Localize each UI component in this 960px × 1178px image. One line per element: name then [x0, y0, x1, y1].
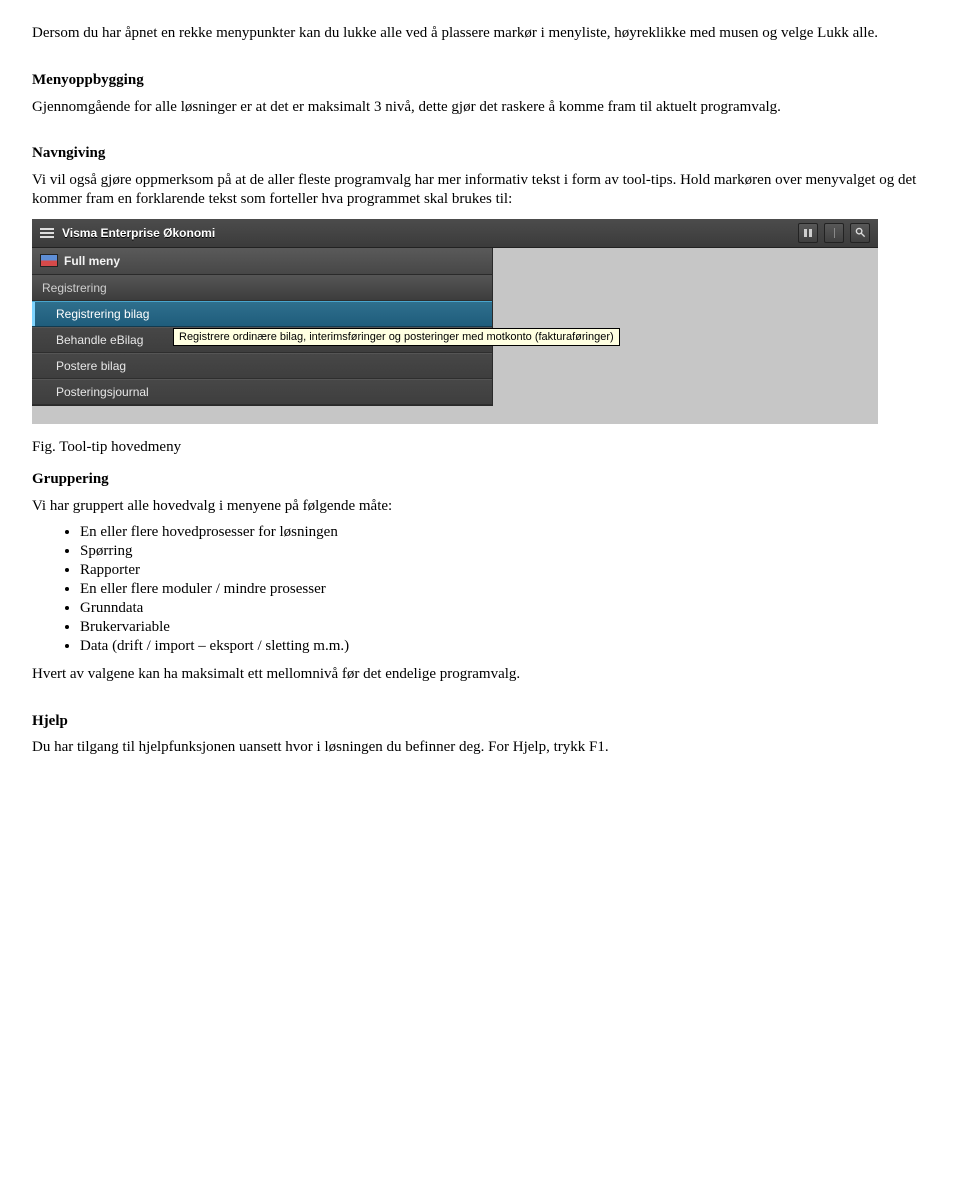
- paragraph: Vi vil også gjøre oppmerksom på at de al…: [32, 171, 928, 209]
- tooltip: Registrere ordinære bilag, interimsførin…: [173, 328, 620, 346]
- heading-hjelp: Hjelp: [32, 712, 928, 731]
- paragraph: Hvert av valgene kan ha maksimalt ett me…: [32, 665, 928, 684]
- list-item: Spørring: [80, 543, 928, 560]
- list-item: Brukervariable: [80, 619, 928, 636]
- menu-item-behandle-ebilag[interactable]: Behandle eBilag Registrere ordinære bila…: [32, 327, 492, 353]
- paragraph: Gjennomgående for alle løsninger er at d…: [32, 98, 928, 117]
- list-item: En eller flere hovedprosesser for løsnin…: [80, 524, 928, 541]
- flag-icon: [40, 254, 58, 267]
- figure-caption: Fig. Tool-tip hovedmeny: [32, 438, 928, 457]
- search-icon[interactable]: [850, 223, 870, 243]
- heading-navngiving: Navngiving: [32, 144, 928, 163]
- hamburger-icon[interactable]: [40, 226, 54, 240]
- menu-item-label: Posteringsjournal: [56, 385, 149, 399]
- heading-gruppering: Gruppering: [32, 470, 928, 489]
- menu-item-label: Registrering: [42, 281, 107, 295]
- list-item: Grunndata: [80, 600, 928, 617]
- heading-menyoppbygging: Menyoppbygging: [32, 71, 928, 90]
- menu-panel: Full meny Registrering Registrering bila…: [32, 248, 493, 406]
- menu-item-registrering-bilag[interactable]: Registrering bilag: [32, 301, 492, 327]
- titlebar-divider-icon[interactable]: [824, 223, 844, 243]
- menu-item-postere-bilag[interactable]: Postere bilag: [32, 353, 492, 379]
- app-titlebar: Visma Enterprise Økonomi: [32, 219, 878, 248]
- paragraph: Dersom du har åpnet en rekke menypunkter…: [32, 24, 928, 43]
- menu-item-label: Behandle eBilag: [56, 333, 143, 347]
- menu-item-label: Registrering bilag: [56, 307, 149, 321]
- menu-item-registrering[interactable]: Registrering: [32, 275, 492, 301]
- list-item: En eller flere moduler / mindre prosesse…: [80, 581, 928, 598]
- app-window: Visma Enterprise Økonomi Full meny Regis…: [32, 219, 878, 424]
- menu-item-label: Postere bilag: [56, 359, 126, 373]
- menu-item-posteringsjournal[interactable]: Posteringsjournal: [32, 379, 492, 405]
- app-title: Visma Enterprise Økonomi: [62, 226, 798, 240]
- menu-full-meny[interactable]: Full meny: [32, 248, 492, 275]
- list-item: Data (drift / import – eksport / slettin…: [80, 638, 928, 655]
- menu-full-meny-label: Full meny: [64, 254, 120, 268]
- paragraph: Vi har gruppert alle hovedvalg i menyene…: [32, 497, 928, 516]
- paragraph: Du har tilgang til hjelpfunksjonen uanse…: [32, 738, 928, 757]
- titlebar-columns-icon[interactable]: [798, 223, 818, 243]
- list-item: Rapporter: [80, 562, 928, 579]
- bullet-list: En eller flere hovedprosesser for løsnin…: [32, 524, 928, 655]
